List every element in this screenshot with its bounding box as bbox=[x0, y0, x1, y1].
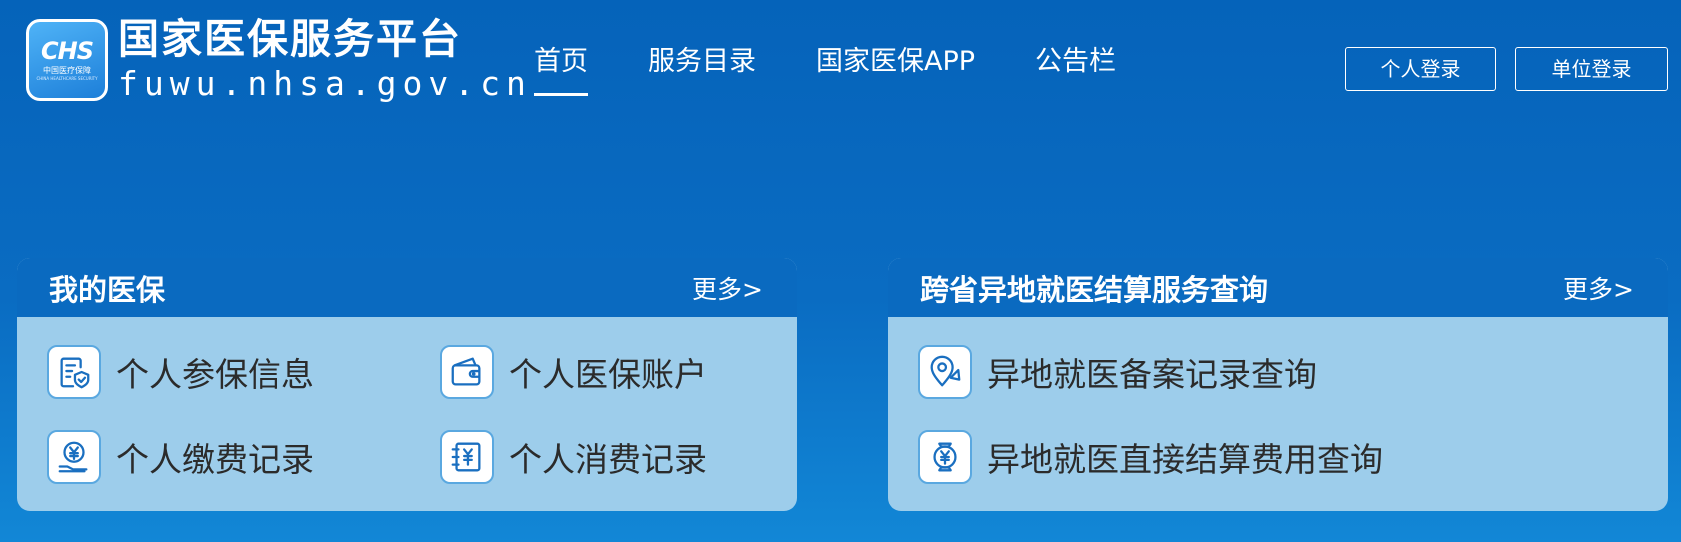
item-consumption-records[interactable]: 个人消费记录 bbox=[440, 430, 707, 484]
more-link[interactable]: 更多> bbox=[692, 270, 763, 306]
nav-item-announcements[interactable]: 公告栏 bbox=[1035, 42, 1116, 98]
yuan-hand-icon bbox=[47, 430, 101, 484]
nav-item-service-catalog[interactable]: 服务目录 bbox=[648, 42, 756, 98]
chs-logo-badge: CHS 中国医疗保障 CHINA HEALTHCARE SECURITY bbox=[26, 19, 108, 101]
item-label: 个人消费记录 bbox=[509, 440, 707, 479]
card-title: 我的医保 bbox=[49, 272, 166, 307]
main-nav: 首页 服务目录 国家医保APP 公告栏 bbox=[534, 42, 1176, 98]
logo-text: 国家医保服务平台 fuwu.nhsa.gov.cn bbox=[118, 16, 532, 104]
logo-subtitle: 中国医疗保障 bbox=[43, 66, 91, 75]
unit-login-button[interactable]: 单位登录 bbox=[1515, 47, 1668, 91]
more-link[interactable]: 更多> bbox=[1563, 270, 1634, 306]
wallet-icon bbox=[440, 345, 494, 399]
yuan-coin-icon bbox=[918, 430, 972, 484]
person-login-button[interactable]: 个人登录 bbox=[1345, 47, 1496, 91]
card-header: 跨省异地就医结算服务查询 更多> bbox=[888, 258, 1668, 317]
item-payment-records[interactable]: 个人缴费记录 bbox=[47, 430, 314, 484]
document-shield-icon bbox=[47, 345, 101, 399]
card-title: 跨省异地就医结算服务查询 bbox=[920, 272, 1269, 307]
nav-item-app[interactable]: 国家医保APP bbox=[816, 42, 975, 98]
yuan-receipt-icon bbox=[440, 430, 494, 484]
nav-item-home[interactable]: 首页 bbox=[534, 42, 588, 98]
card-body: 个人参保信息 个人医保账户 个人缴费记录 个人消费记录 bbox=[17, 317, 797, 511]
card-body: 异地就医备案记录查询 异地就医直接结算费用查询 bbox=[888, 317, 1668, 511]
site-logo[interactable]: CHS 中国医疗保障 CHINA HEALTHCARE SECURITY 国家医… bbox=[26, 16, 532, 104]
cross-province-card: 跨省异地就医结算服务查询 更多> 异地就医备案记录查询 异地就医直接结算费用查询 bbox=[888, 258, 1668, 511]
item-personal-insurance-info[interactable]: 个人参保信息 bbox=[47, 345, 314, 399]
site-title: 国家医保服务平台 bbox=[118, 15, 462, 63]
item-settlement-fee-query[interactable]: 异地就医直接结算费用查询 bbox=[918, 430, 1383, 484]
item-label: 个人缴费记录 bbox=[116, 440, 314, 479]
item-label: 异地就医备案记录查询 bbox=[987, 355, 1317, 394]
logo-subtitle-en: CHINA HEALTHCARE SECURITY bbox=[36, 76, 98, 81]
item-label: 个人参保信息 bbox=[116, 355, 314, 394]
item-filing-record-query[interactable]: 异地就医备案记录查询 bbox=[918, 345, 1317, 399]
my-insurance-card: 我的医保 更多> 个人参保信息 个人医保账户 个人缴费记录 个人消费记录 bbox=[17, 258, 797, 511]
item-personal-account[interactable]: 个人医保账户 bbox=[440, 345, 707, 399]
item-label: 异地就医直接结算费用查询 bbox=[987, 440, 1383, 479]
site-domain: fuwu.nhsa.gov.cn bbox=[118, 64, 532, 103]
item-label: 个人医保账户 bbox=[509, 355, 707, 394]
location-pin-icon bbox=[918, 345, 972, 399]
logo-mark: CHS bbox=[41, 37, 94, 65]
card-header: 我的医保 更多> bbox=[17, 258, 797, 317]
